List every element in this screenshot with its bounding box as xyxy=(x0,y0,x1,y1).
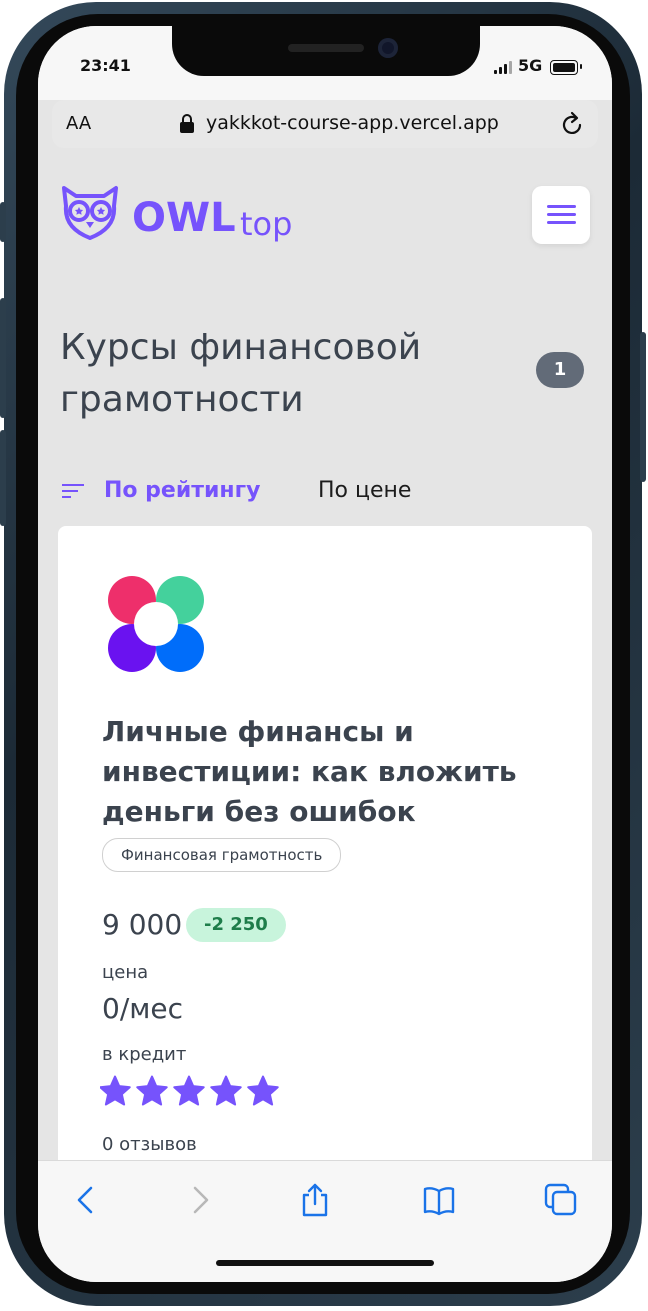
star-icon[interactable] xyxy=(100,1075,131,1106)
course-logo-icon xyxy=(108,576,204,672)
screen: 23:41 5G AA yakkkot-course-app.vercel.ap… xyxy=(38,26,612,1282)
forward-icon[interactable] xyxy=(182,1183,216,1217)
sort-icon[interactable] xyxy=(62,482,84,500)
course-count-badge: 1 xyxy=(536,352,584,388)
course-category-tag: Финансовая грамотность xyxy=(102,838,342,872)
status-time: 23:41 xyxy=(80,56,131,75)
power-button xyxy=(640,332,646,482)
course-title[interactable]: Личные финансы и инвестиции: как вложить… xyxy=(102,712,542,832)
page-content: OWL top Курсы финансовой грамотности 1 П… xyxy=(38,162,612,1246)
reviews-count[interactable]: 0 отзывов xyxy=(102,1134,197,1155)
battery-icon xyxy=(550,60,578,75)
price-label: цена xyxy=(102,962,149,983)
tabs-icon[interactable] xyxy=(544,1183,578,1217)
star-icon[interactable] xyxy=(136,1075,168,1106)
sort-by-rating-button[interactable]: По рейтингу xyxy=(104,478,260,503)
course-price: 9 000 xyxy=(102,908,183,941)
back-icon[interactable] xyxy=(70,1183,104,1217)
star-icon[interactable] xyxy=(210,1075,242,1106)
mute-switch xyxy=(0,202,6,242)
page-title: Курсы финансовой грамотности xyxy=(60,327,422,420)
discount-badge: -2 250 xyxy=(186,908,286,942)
url-bar[interactable]: AA yakkkot-course-app.vercel.app xyxy=(52,100,598,148)
battery-tip xyxy=(580,64,582,69)
brand-subtitle: top xyxy=(240,205,293,243)
volume-up-button xyxy=(0,298,6,418)
network-label: 5G xyxy=(518,56,543,75)
share-icon[interactable] xyxy=(298,1183,332,1217)
rating-stars[interactable] xyxy=(100,1074,284,1108)
bookmarks-icon[interactable] xyxy=(422,1183,456,1217)
volume-down-button xyxy=(0,430,6,526)
lock-icon xyxy=(180,114,194,133)
star-icon[interactable] xyxy=(173,1075,205,1106)
notch xyxy=(172,26,480,76)
owl-logo-icon[interactable] xyxy=(58,184,122,240)
sort-by-price-button[interactable]: По цене xyxy=(318,478,411,503)
home-indicator xyxy=(216,1260,434,1266)
star-icon[interactable] xyxy=(247,1075,279,1106)
speaker xyxy=(288,44,364,52)
url-text[interactable]: yakkkot-course-app.vercel.app xyxy=(206,112,499,134)
reload-icon[interactable] xyxy=(560,111,584,137)
menu-button[interactable] xyxy=(532,186,590,244)
brand-name: OWL xyxy=(132,195,236,241)
signal-icon xyxy=(494,60,514,74)
course-card: Личные финансы и инвестиции: как вложить… xyxy=(58,526,592,1246)
credit-price: 0/мес xyxy=(102,992,183,1025)
text-size-button[interactable]: AA xyxy=(66,113,91,134)
credit-label: в кредит xyxy=(102,1044,187,1065)
menu-icon xyxy=(547,205,576,208)
camera xyxy=(378,38,398,58)
